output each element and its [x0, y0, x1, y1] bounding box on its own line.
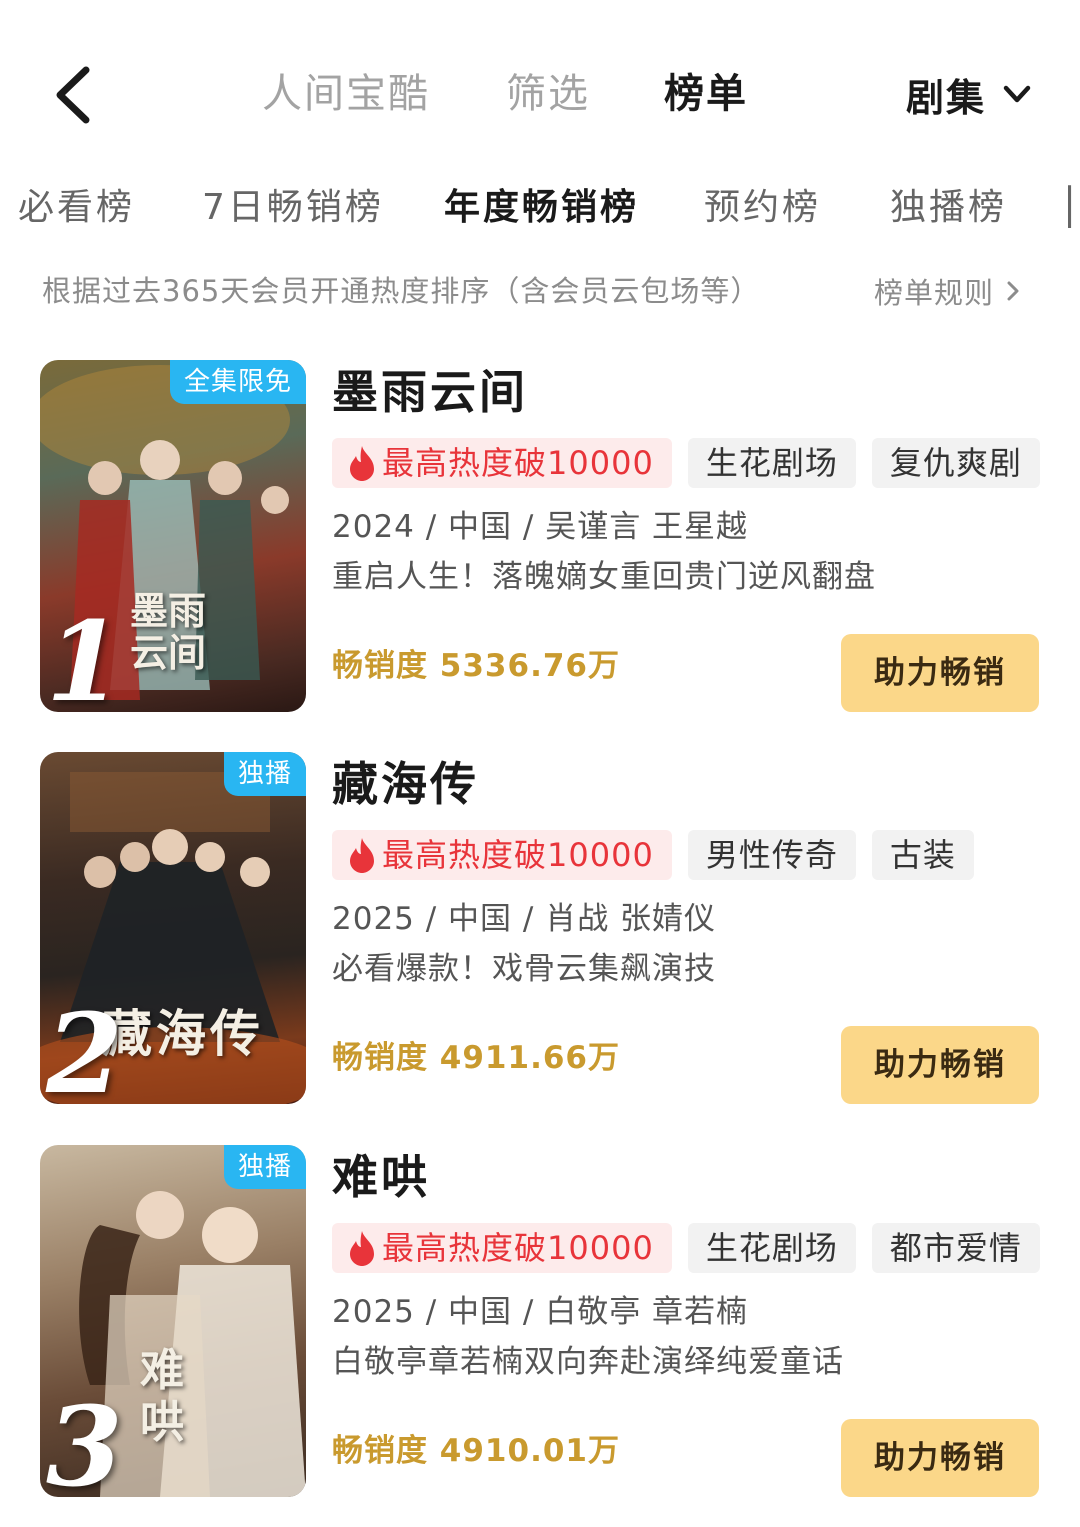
rank-number: 3: [46, 1382, 123, 1498]
genre-tag: 古装: [871, 830, 974, 880]
top-nav-bar: 人间宝酷 筛选 榜单 剧集: [0, 0, 1080, 190]
show-blurb: 重启人生！落魄嫡女重回贵门逆风翻盘: [332, 559, 876, 595]
hot-tag-label: 最高热度破10000: [382, 444, 654, 482]
show-title[interactable]: 墨雨云间: [332, 362, 528, 422]
tab-rankings[interactable]: 榜单: [664, 66, 748, 122]
app-root: 人间宝酷 筛选 榜单 剧集 必看榜 7日畅销榜 年度畅销榜 预约榜 独播榜 ▏ …: [0, 0, 1080, 1527]
subtab-reservation[interactable]: 预约榜: [704, 182, 821, 234]
hot-tag-label: 最高热度破10000: [382, 836, 654, 874]
tab-filter[interactable]: 筛选: [506, 66, 590, 122]
list-item[interactable]: 藏海传 独播 2 藏海传 最高热度破10000 男性传奇 古装 2025 / 中…: [0, 752, 1080, 1112]
category-label: 剧集: [906, 75, 987, 120]
tag-row: 最高热度破10000 男性传奇 古装: [332, 830, 990, 880]
tag-row: 最高热度破10000 生花剧场 复仇爽剧: [332, 438, 1056, 488]
genre-tag: 生花剧场: [687, 1223, 856, 1273]
genre-tag: 男性传奇: [687, 830, 856, 880]
hot-tag: 最高热度破10000: [332, 1223, 672, 1273]
show-title[interactable]: 藏海传: [332, 754, 479, 814]
poster-image[interactable]: 藏海传 独播 2: [40, 752, 306, 1104]
show-blurb: 必看爆款！戏骨云集飙演技: [332, 951, 716, 987]
poster-image[interactable]: 难哄 独播 3: [40, 1145, 306, 1497]
category-dropdown[interactable]: 剧集: [906, 66, 1034, 122]
chevron-right-icon: [1007, 281, 1019, 301]
poster-image[interactable]: 墨雨云间 全集限免 1: [40, 360, 306, 712]
hot-tag: 最高热度破10000: [332, 438, 672, 488]
tag-row: 最高热度破10000 生花剧场 都市爱情: [332, 1223, 1056, 1273]
rank-number: 1: [46, 597, 123, 713]
exclusive-badge: 独播: [223, 752, 306, 796]
ranking-description: 根据过去365天会员开通热度排序（含会员云包场等）: [42, 274, 761, 308]
subtab-exclusive[interactable]: 独播榜: [890, 182, 1007, 234]
boost-sales-button[interactable]: 助力畅销: [841, 1026, 1039, 1104]
list-item[interactable]: 墨雨云间 全集限免 1 墨雨云间 最高热度破10000 生花剧场 复仇爽剧 20…: [0, 360, 1080, 720]
hot-tag: 最高热度破10000: [332, 830, 672, 880]
poster-title-art: 难哄: [140, 1345, 184, 1448]
ranking-rules-link[interactable]: 榜单规则: [874, 268, 1024, 314]
sales-score: 畅销度 4911.66万: [332, 1040, 620, 1076]
show-meta: 2024 / 中国 / 吴谨言 王星越: [332, 509, 749, 545]
subtab-7day-sales[interactable]: 7日畅销榜: [202, 182, 384, 234]
poster-title-art: 墨雨云间: [130, 588, 207, 675]
back-icon[interactable]: [46, 60, 106, 130]
genre-tag: 生花剧场: [687, 438, 856, 488]
show-meta: 2025 / 中国 / 肖战 张婧仪: [332, 901, 717, 937]
boost-sales-button[interactable]: 助力畅销: [841, 634, 1039, 712]
subtab-overflow-edge: ▏: [1068, 182, 1080, 234]
free-badge: 全集限免: [169, 360, 306, 404]
flame-icon: [350, 1231, 374, 1266]
tab-renjian-baoku[interactable]: 人间宝酷: [262, 66, 430, 122]
ranking-rules-label: 榜单规则: [874, 276, 995, 310]
genre-tag: 复仇爽剧: [871, 438, 1040, 488]
ranking-description-row: 根据过去365天会员开通热度排序（含会员云包场等） 榜单规则: [42, 268, 1042, 316]
list-item[interactable]: 难哄 独播 3 难哄 最高热度破10000 生花剧场 都市爱情 2025 / 中…: [0, 1145, 1080, 1505]
subtab-annual-sales[interactable]: 年度畅销榜: [444, 182, 639, 234]
flame-icon: [350, 838, 374, 873]
show-title[interactable]: 难哄: [332, 1147, 430, 1207]
poster-title-art: 藏海传: [102, 1004, 264, 1063]
subtab-must-watch[interactable]: 必看榜: [18, 182, 135, 234]
sales-score: 畅销度 4910.01万: [332, 1433, 620, 1469]
boost-sales-button[interactable]: 助力畅销: [841, 1419, 1039, 1497]
exclusive-badge: 独播: [223, 1145, 306, 1189]
flame-icon: [350, 446, 374, 481]
show-blurb: 白敬亭章若楠双向奔赴演绎纯爱童话: [332, 1344, 844, 1380]
rank-number: 2: [46, 989, 123, 1105]
chevron-down-icon: [1003, 85, 1031, 103]
genre-tag: 都市爱情: [871, 1223, 1040, 1273]
sales-score: 畅销度 5336.76万: [332, 648, 620, 684]
hot-tag-label: 最高热度破10000: [382, 1229, 654, 1267]
show-meta: 2025 / 中国 / 白敬亭 章若楠: [332, 1294, 749, 1330]
